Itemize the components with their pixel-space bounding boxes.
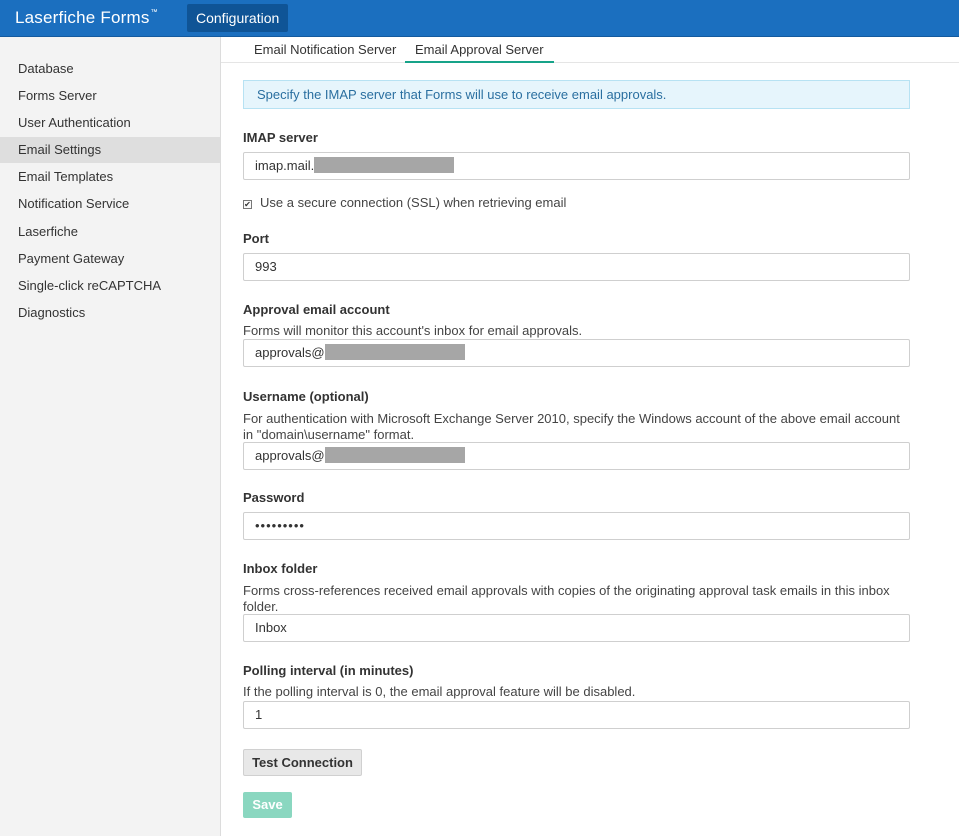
sidebar-item-forms-server[interactable]: Forms Server: [0, 83, 220, 109]
approval-account-label: Approval email account: [243, 302, 390, 317]
test-connection-button[interactable]: Test Connection: [243, 749, 362, 776]
sidebar-item-notification-service[interactable]: Notification Service: [0, 191, 220, 217]
polling-interval-help: If the polling interval is 0, the email …: [243, 684, 636, 699]
sidebar-item-database[interactable]: Database: [0, 56, 220, 82]
info-banner: Specify the IMAP server that Forms will …: [243, 80, 910, 109]
imap-server-label: IMAP server: [243, 130, 318, 145]
approval-account-input[interactable]: approvals@: [243, 339, 910, 367]
polling-interval-input[interactable]: 1: [243, 701, 910, 729]
username-label: Username (optional): [243, 389, 369, 404]
sidebar-item-email-templates[interactable]: Email Templates: [0, 164, 220, 190]
port-input[interactable]: 993: [243, 253, 910, 281]
username-help: For authentication with Microsoft Exchan…: [243, 411, 900, 442]
sidebar-item-recaptcha[interactable]: Single-click reCAPTCHA: [0, 273, 220, 299]
inbox-folder-label: Inbox folder: [243, 561, 318, 576]
ssl-option: ✔ Use a secure connection (SSL) when retr…: [243, 195, 566, 211]
password-input[interactable]: •••••••••: [243, 512, 910, 540]
port-label: Port: [243, 231, 269, 246]
imap-server-input[interactable]: imap.mail.: [243, 152, 910, 180]
imap-server-value: imap.mail.: [255, 158, 315, 173]
top-header-bar: Laserfiche Forms™ Configuration: [0, 0, 959, 37]
save-button[interactable]: Save: [243, 792, 292, 818]
sidebar-item-email-settings[interactable]: Email Settings: [0, 137, 220, 163]
app-brand-name: Laserfiche Forms: [15, 8, 150, 27]
tab-email-notification-server[interactable]: Email Notification Server: [254, 42, 396, 63]
inbox-folder-input[interactable]: Inbox: [243, 614, 910, 642]
approval-account-help: Forms will monitor this account's inbox …: [243, 323, 583, 338]
redacted-block: [314, 157, 455, 173]
sidebar-item-diagnostics[interactable]: Diagnostics: [0, 300, 220, 326]
app-logo[interactable]: Laserfiche Forms™: [15, 8, 158, 28]
redacted-block: [324, 344, 465, 360]
username-input[interactable]: approvals@: [243, 442, 910, 470]
tab-bar: Email Notification Server Email Approval…: [221, 37, 959, 63]
trademark-symbol: ™: [150, 9, 158, 17]
nav-configuration[interactable]: Configuration: [187, 4, 289, 32]
sidebar: Database Forms Server User Authenticatio…: [0, 37, 221, 836]
inbox-folder-help: Forms cross-references received email ap…: [243, 583, 890, 614]
username-value: approvals@: [255, 448, 325, 463]
polling-interval-label: Polling interval (in minutes): [243, 663, 414, 678]
sidebar-item-laserfiche[interactable]: Laserfiche: [0, 219, 220, 245]
password-label: Password: [243, 490, 305, 505]
sidebar-item-user-authentication[interactable]: User Authentication: [0, 110, 220, 136]
tab-email-approval-server[interactable]: Email Approval Server: [405, 42, 554, 63]
ssl-checkbox[interactable]: ✔: [243, 200, 252, 209]
redacted-block: [324, 447, 465, 463]
sidebar-item-payment-gateway[interactable]: Payment Gateway: [0, 246, 220, 272]
approval-account-value: approvals@: [255, 345, 325, 360]
ssl-checkbox-label: Use a secure connection (SSL) when retri…: [260, 195, 567, 210]
